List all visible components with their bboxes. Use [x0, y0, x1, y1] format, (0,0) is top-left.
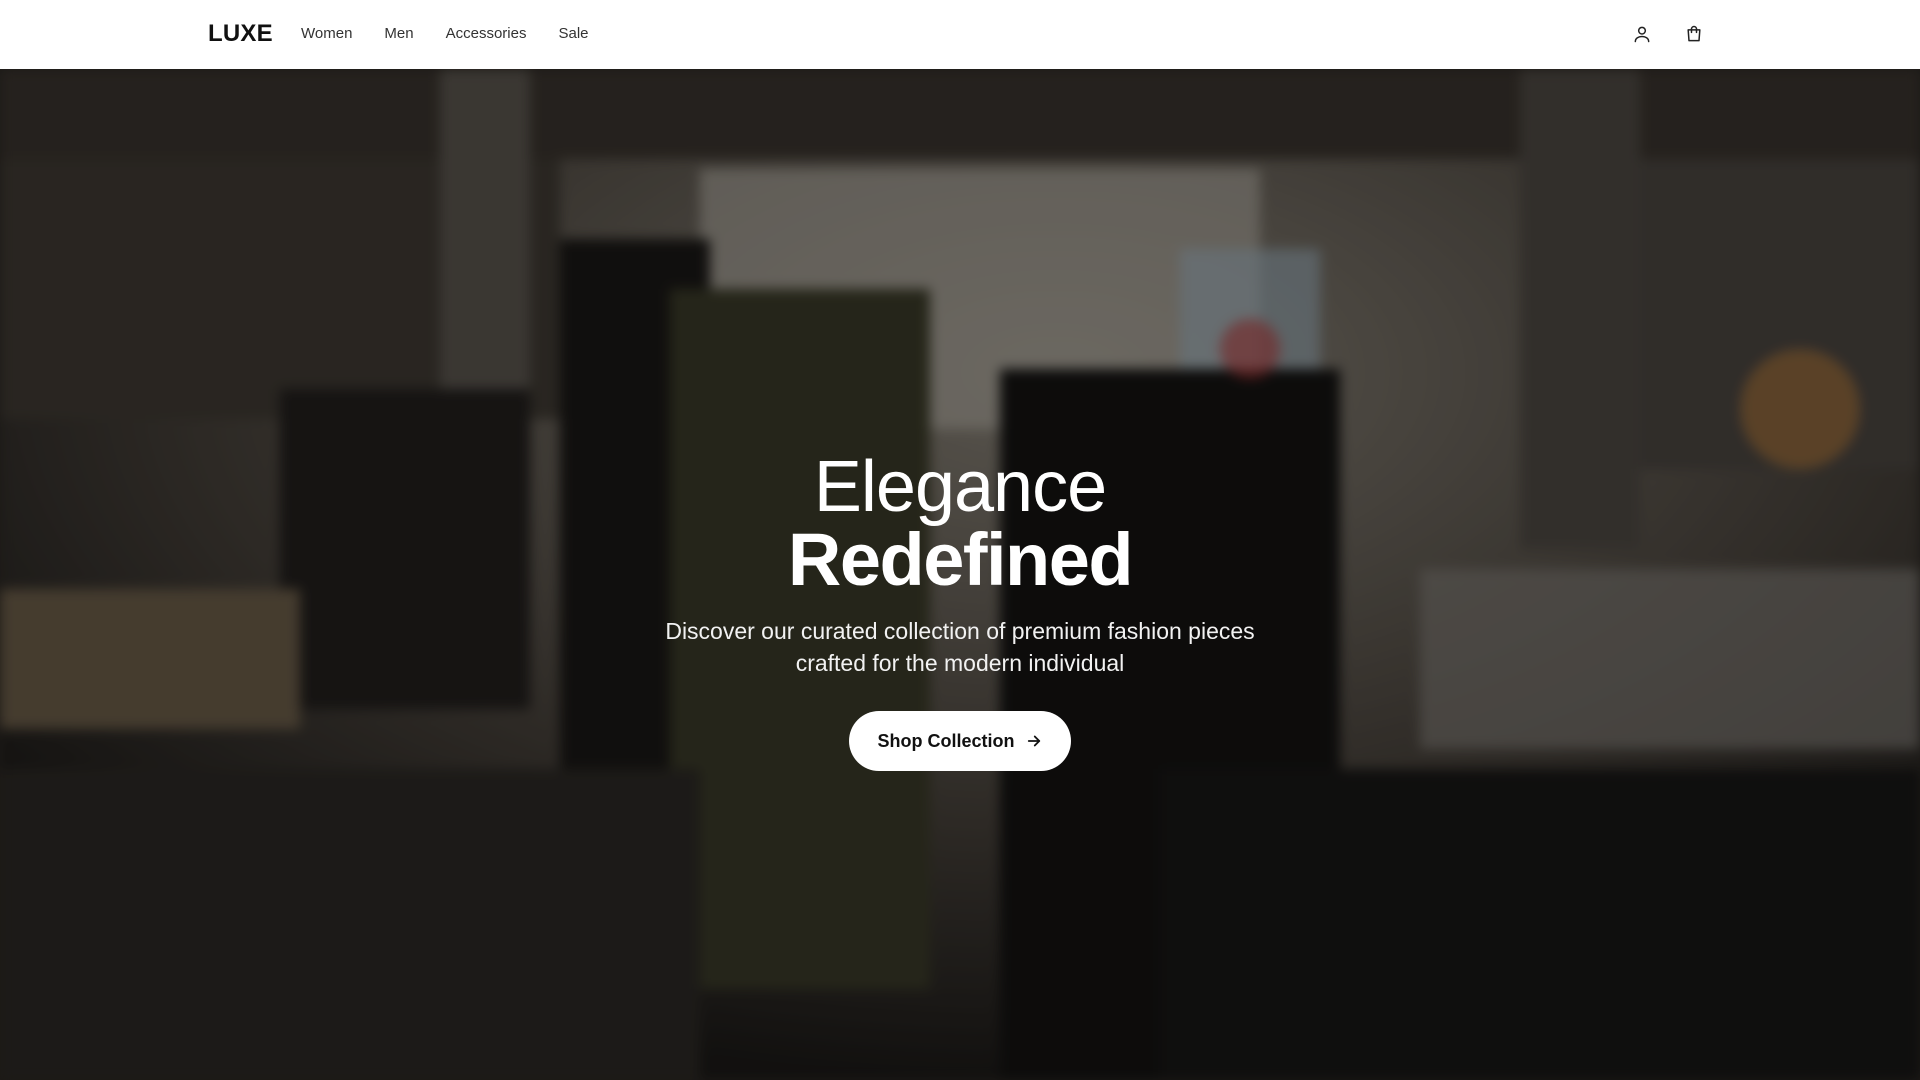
- hero-section: Elegance Redefined Discover our curated …: [0, 69, 1920, 1080]
- brand-logo[interactable]: LUXE: [208, 20, 273, 48]
- nav-link-women[interactable]: Women: [301, 24, 352, 44]
- shop-collection-button[interactable]: Shop Collection: [849, 711, 1071, 771]
- top-navbar: LUXE Women Men Accessories Sale: [0, 0, 1920, 69]
- nav-link-men[interactable]: Men: [384, 24, 413, 44]
- cta-label: Shop Collection: [877, 730, 1015, 751]
- shopping-bag-icon[interactable]: [1682, 22, 1706, 46]
- nav-link-accessories[interactable]: Accessories: [446, 24, 527, 44]
- hero-title-light: Elegance: [813, 447, 1107, 527]
- main-nav: Women Men Accessories Sale: [301, 24, 589, 44]
- hero-title-bold: Redefined: [787, 518, 1134, 601]
- user-icon[interactable]: [1630, 22, 1654, 46]
- nav-link-sale[interactable]: Sale: [558, 24, 588, 44]
- nav-icons: [1630, 22, 1706, 46]
- hero-content: Elegance Redefined Discover our curated …: [0, 69, 1920, 1080]
- hero-subtitle: Discover our curated collection of premi…: [665, 618, 1255, 676]
- arrow-right-icon: [1025, 732, 1043, 750]
